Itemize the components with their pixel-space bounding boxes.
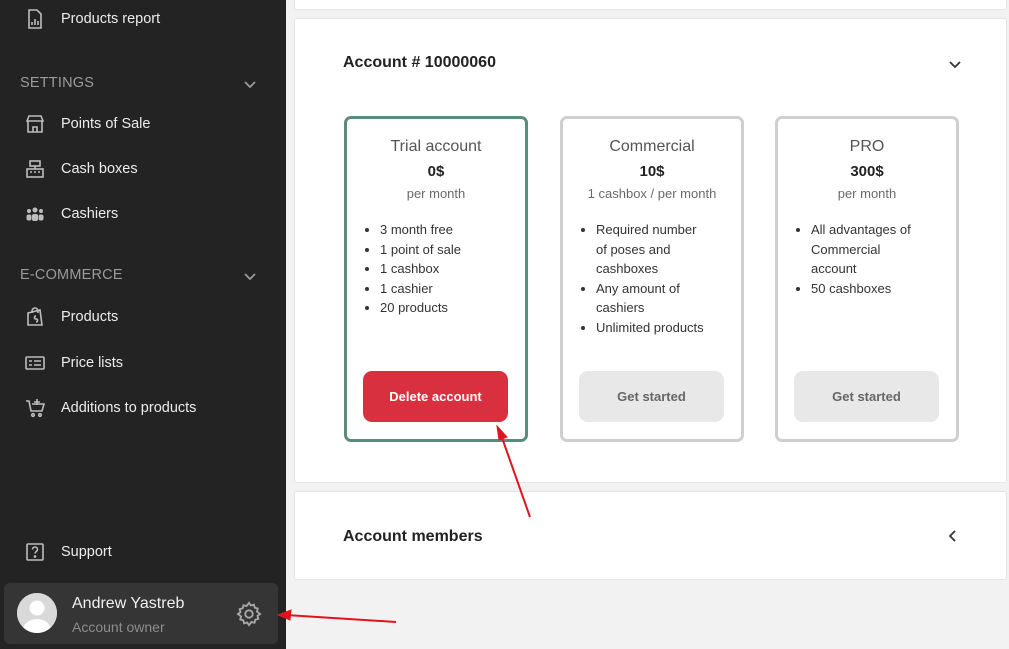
list-item: 1 point of sale [380,240,517,260]
plan-name: PRO [849,138,885,155]
chevron-down-icon[interactable] [948,58,962,72]
get-started-button[interactable]: Get started [794,371,939,422]
members-title: Account members [343,528,483,545]
account-members-panel[interactable]: Account members [294,491,1007,580]
user-name: Andrew Yastreb [72,595,185,612]
shopping-bag-icon [24,306,46,328]
gear-icon[interactable] [235,600,263,628]
sidebar-item-label: Price lists [61,355,124,371]
plan-features: 3 month free 1 point of sale 1 cashbox 1… [380,220,517,318]
sidebar-item-label: Products report [61,11,161,27]
plan-price: 10$ [639,163,665,180]
account-title: Account # 10000060 [343,54,496,71]
sidebar-item-label: Products [61,309,119,325]
sidebar-item-price-lists[interactable]: Price lists [24,351,123,375]
sidebar-item-support[interactable]: Support [24,540,112,564]
list-item: All advantages of Commercial account [811,220,923,279]
sidebar-item-products[interactable]: Products [24,305,118,329]
plan-period: 1 cashbox / per month [587,186,717,201]
price-list-icon [24,352,46,374]
sidebar-item-points-of-sale[interactable]: Points of Sale [24,112,150,136]
user-role: Account owner [72,619,165,635]
chevron-down-icon[interactable] [243,270,257,284]
sidebar-item-cash-boxes[interactable]: Cash boxes [24,157,138,181]
sidebar-item-label: Additions to products [61,400,197,416]
previous-panel [294,0,1007,10]
list-item: 1 cashbox [380,259,517,279]
plan-period: per month [406,186,466,201]
people-icon [24,203,46,225]
cart-plus-icon [24,397,46,419]
plan-features: Required number of poses and cashboxes A… [596,220,727,337]
sidebar: Products report SETTINGS Points of Sale … [0,0,286,649]
sidebar-item-label: Cashiers [61,206,119,222]
plan-name: Trial account [390,138,482,155]
account-panel: Account # 10000060 Trial account 0$ per … [294,18,1007,483]
list-item: Any amount of cashiers [596,279,696,318]
cash-register-icon [24,158,46,180]
section-title-ecommerce: E-COMMERCE [20,267,123,283]
list-item: 3 month free [380,220,517,240]
list-item: 20 products [380,298,517,318]
user-card: Andrew Yastreb Account owner [4,583,278,644]
report-icon [24,8,46,30]
plan-name: Commercial [609,138,695,155]
plan-price: 0$ [427,163,445,180]
chevron-left-icon[interactable] [946,529,960,543]
list-item: 50 cashboxes [811,279,942,299]
annotation-arrow [276,609,397,623]
list-item: Unlimited products [596,318,727,338]
plan-card-trial: Trial account 0$ per month 3 month free … [344,116,528,442]
chevron-down-icon[interactable] [243,78,257,92]
list-item: Required number of poses and cashboxes [596,220,704,279]
section-title-settings: SETTINGS [20,75,95,91]
sidebar-item-products-report[interactable]: Products report [24,7,160,31]
help-icon [24,541,46,563]
delete-account-button[interactable]: Delete account [363,371,508,422]
sidebar-item-label: Points of Sale [61,116,151,132]
plan-card-pro: PRO 300$ per month All advantages of Com… [775,116,959,442]
sidebar-item-additions-to-products[interactable]: Additions to products [24,396,196,420]
sidebar-item-label: Cash boxes [61,161,138,177]
get-started-button[interactable]: Get started [579,371,724,422]
plan-card-commercial: Commercial 10$ 1 cashbox / per month Req… [560,116,744,442]
plan-period: per month [837,186,897,201]
list-item: 1 cashier [380,279,517,299]
sidebar-item-label: Support [61,544,112,560]
sidebar-item-cashiers[interactable]: Cashiers [24,202,118,226]
store-icon [24,113,46,135]
plan-features: All advantages of Commercial account 50 … [811,220,942,298]
avatar[interactable] [17,593,57,633]
plan-price: 300$ [850,163,884,180]
